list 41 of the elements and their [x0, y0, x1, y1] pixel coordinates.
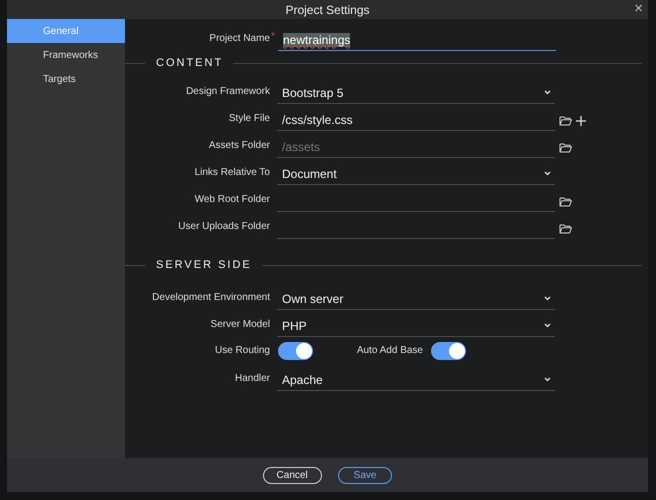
chevron-down-icon: [544, 171, 551, 176]
field-label: Design Framework: [185, 86, 270, 99]
field-label: Handler: [234, 373, 270, 386]
chevron-down-icon: [544, 323, 551, 328]
folder-icon[interactable]: [559, 116, 572, 126]
dropdown[interactable]: Bootstrap 5: [277, 82, 555, 104]
input-field[interactable]: newtrainings: [278, 29, 556, 51]
field-label: Development Environment: [151, 292, 270, 305]
dropdown[interactable]: Document: [277, 163, 555, 185]
toggle-label: Auto Add Base: [356, 345, 423, 356]
toggle-switch[interactable]: [278, 342, 313, 360]
field-label: Style File: [228, 113, 270, 126]
input-field[interactable]: /assets: [277, 136, 555, 158]
save-button[interactable]: Save: [338, 466, 392, 484]
dropdown[interactable]: Own server: [277, 288, 555, 310]
sidebar-item[interactable]: Frameworks: [7, 43, 125, 67]
field-label: User Uploads Folder: [177, 221, 270, 234]
plus-icon[interactable]: [576, 116, 586, 126]
window-title: Project Settings: [285, 2, 370, 16]
close-button[interactable]: ×: [631, 0, 646, 18]
sidebar-item[interactable]: Targets: [7, 67, 125, 91]
field-label: Assets Folder: [208, 140, 270, 153]
field-label: Web Root Folder: [194, 194, 270, 207]
field-label: Server Model: [210, 319, 270, 332]
section-heading: SERVER SIDE: [155, 259, 253, 271]
cancel-button[interactable]: Cancel: [262, 466, 322, 484]
chevron-down-icon: [544, 377, 551, 382]
folder-icon[interactable]: [559, 143, 572, 153]
chevron-down-icon: [544, 296, 551, 301]
section-heading: CONTENT: [155, 57, 224, 69]
folder-icon[interactable]: [559, 224, 572, 234]
toggle-switch[interactable]: [431, 342, 466, 360]
folder-icon[interactable]: [559, 197, 572, 207]
toggle-label: Use Routing: [214, 345, 270, 356]
field-label: Links Relative To: [194, 167, 270, 180]
input-field[interactable]: /css/style.css: [277, 109, 555, 131]
dropdown[interactable]: PHP: [277, 315, 555, 337]
dropdown[interactable]: Apache: [277, 369, 555, 391]
chevron-down-icon: [544, 90, 551, 95]
field-label: Project Name: [208, 33, 270, 46]
required-mark: *: [271, 31, 276, 42]
